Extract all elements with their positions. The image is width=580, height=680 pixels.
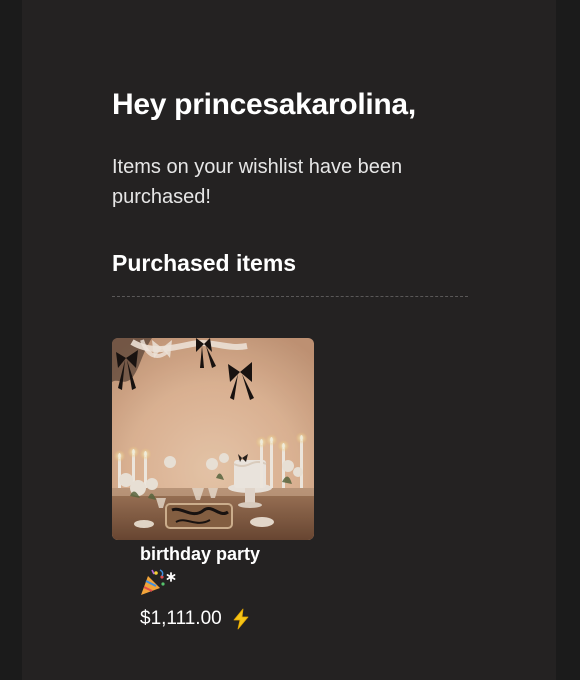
product-image[interactable]	[112, 338, 314, 540]
section-divider	[112, 296, 468, 297]
price-value: $1,111.00	[140, 608, 222, 629]
greeting-heading: Hey princesakarolina,	[112, 88, 416, 121]
email-card: Hey princesakarolina, Items on your wish…	[22, 0, 556, 680]
email-viewport: Hey princesakarolina, Items on your wish…	[0, 0, 580, 680]
lightning-bolt-icon	[232, 608, 250, 630]
purchase-message: Items on your wishlist have been purchas…	[112, 156, 403, 208]
product-name[interactable]: birthday party	[140, 544, 260, 565]
party-popper-sparkle-icon	[138, 568, 178, 598]
product-price: $1,111.00	[140, 608, 250, 630]
purchased-items-title: Purchased items	[112, 250, 297, 276]
